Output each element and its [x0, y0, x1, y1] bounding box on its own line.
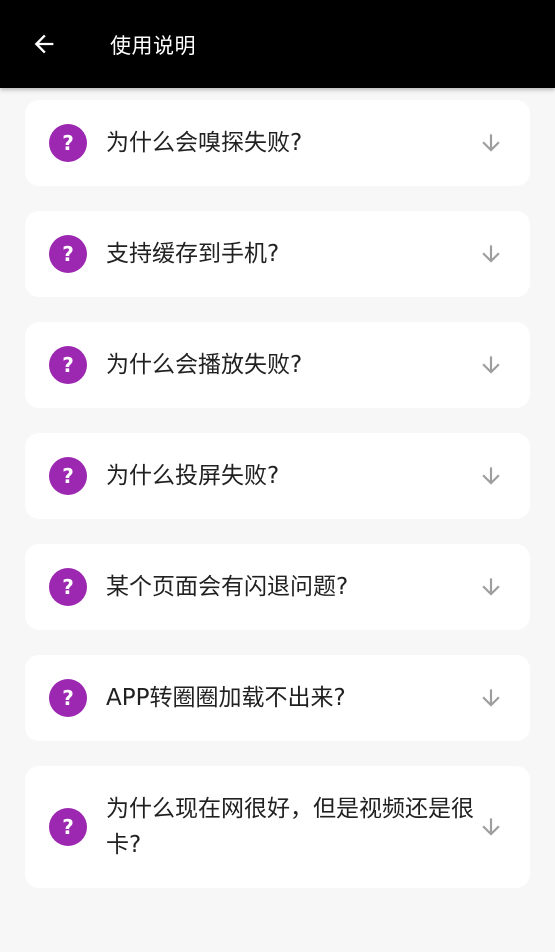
faq-question: 为什么投屏失败? — [106, 463, 280, 489]
faq-question: 为什么会嗅探失败? — [106, 130, 303, 156]
question-icon: ? — [49, 346, 87, 384]
faq-item-playback-failed[interactable]: ? 为什么会播放失败? — [25, 322, 530, 408]
question-icon: ? — [49, 457, 87, 495]
question-icon: ? — [49, 679, 87, 717]
arrow-down-icon[interactable] — [478, 685, 504, 711]
arrow-down-icon[interactable] — [478, 241, 504, 267]
question-icon: ? — [49, 568, 87, 606]
faq-item-page-crash[interactable]: ? 某个页面会有闪退问题? — [25, 544, 530, 630]
faq-question: 某个页面会有闪退问题? — [106, 574, 349, 600]
question-icon: ? — [49, 235, 87, 273]
faq-item-cast-failed[interactable]: ? 为什么投屏失败? — [25, 433, 530, 519]
arrow-left-icon — [34, 34, 54, 54]
back-button[interactable] — [22, 22, 66, 66]
faq-item-sniff-failed[interactable]: ? 为什么会嗅探失败? — [25, 100, 530, 186]
app-bar: 使用说明 — [0, 0, 555, 88]
arrow-down-icon[interactable] — [478, 463, 504, 489]
faq-question: APP转圈圈加载不出来? — [106, 685, 346, 711]
arrow-down-icon[interactable] — [478, 352, 504, 378]
faq-question: 为什么现在网很好，但是视频还是很卡? — [106, 796, 474, 858]
arrow-down-icon[interactable] — [478, 814, 504, 840]
question-icon: ? — [49, 124, 87, 162]
faq-question: 支持缓存到手机? — [106, 241, 280, 267]
page-title: 使用说明 — [110, 34, 196, 58]
question-icon: ? — [49, 808, 87, 846]
faq-item-video-lag[interactable]: ? 为什么现在网很好，但是视频还是很卡? — [25, 766, 530, 888]
arrow-down-icon[interactable] — [478, 130, 504, 156]
faq-item-app-loading[interactable]: ? APP转圈圈加载不出来? — [25, 655, 530, 741]
faq-list: ? 为什么会嗅探失败? ? 支持缓存到手机? ? 为什么会播放失败? ? 为什么… — [25, 100, 530, 913]
arrow-down-icon[interactable] — [478, 574, 504, 600]
faq-question: 为什么会播放失败? — [106, 352, 303, 378]
faq-item-cache-to-phone[interactable]: ? 支持缓存到手机? — [25, 211, 530, 297]
